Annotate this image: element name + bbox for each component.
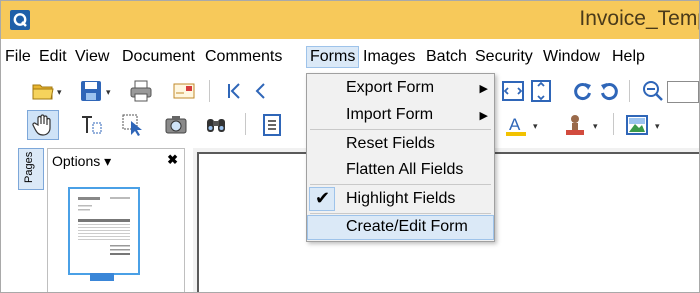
menu-forms[interactable]: Forms <box>306 46 360 68</box>
open-folder-icon[interactable] <box>31 79 55 103</box>
menu-separator <box>310 184 491 185</box>
fit-page-icon[interactable] <box>529 79 553 103</box>
menu-edit[interactable]: Edit <box>39 48 67 66</box>
submenu-arrow-icon: ▶ <box>479 110 488 122</box>
forms-dropdown-menu: Export Form ▶ Import Form ▶ Reset Fields… <box>306 73 495 242</box>
select-arrow-icon[interactable] <box>121 113 145 137</box>
toolbar-separator <box>629 80 630 102</box>
previous-page-icon[interactable] <box>249 79 273 103</box>
open-dropdown-arrow-icon[interactable]: ▾ <box>57 87 62 98</box>
pages-panel: Options ▾ ✖ <box>47 148 185 292</box>
text-select-icon[interactable] <box>79 113 103 137</box>
pages-side-tab[interactable]: Pages <box>18 148 44 190</box>
menu-bar: File Edit View Document Comments Forms I… <box>1 43 699 73</box>
image-icon[interactable] <box>625 113 649 137</box>
window-title: Invoice_Temp <box>579 7 700 30</box>
menu-item-label: Import Form <box>346 106 434 123</box>
menu-separator <box>310 213 491 214</box>
thumbnail-content-icon <box>78 197 130 255</box>
stamp-icon[interactable] <box>563 113 587 137</box>
menu-item-flatten-all-fields[interactable]: Flatten All Fields <box>307 158 494 183</box>
menu-item-label: Reset Fields <box>346 135 435 152</box>
first-page-icon[interactable] <box>223 79 247 103</box>
svg-text:A: A <box>509 115 521 134</box>
page-thumbnail[interactable] <box>68 187 140 275</box>
text-highlight-icon[interactable]: A <box>504 113 528 137</box>
submenu-arrow-icon: ▶ <box>479 83 488 95</box>
menu-comments[interactable]: Comments <box>205 48 282 66</box>
save-dropdown-arrow-icon[interactable]: ▾ <box>106 87 111 98</box>
menu-images[interactable]: Images <box>363 48 415 66</box>
email-icon[interactable] <box>172 79 196 103</box>
app-logo-icon[interactable] <box>10 10 30 30</box>
page-number-badge <box>90 273 114 281</box>
toolbar-separator <box>245 113 246 135</box>
menu-security[interactable]: Security <box>475 48 533 66</box>
menu-item-export-form[interactable]: Export Form ▶ <box>307 76 494 101</box>
menu-item-label: Highlight Fields <box>346 190 456 207</box>
zoom-level-field[interactable] <box>667 81 699 103</box>
search-binoculars-icon[interactable] <box>204 113 228 137</box>
rotate-clockwise-icon[interactable] <box>571 79 595 103</box>
menu-item-create-edit-form[interactable]: Create/Edit Form <box>307 215 494 240</box>
menu-item-highlight-fields[interactable]: ✔ Highlight Fields <box>307 187 494 212</box>
zoom-out-icon[interactable] <box>641 79 665 103</box>
menu-item-import-form[interactable]: Import Form ▶ <box>307 103 494 128</box>
menu-file[interactable]: File <box>5 48 31 66</box>
save-icon[interactable] <box>79 79 103 103</box>
rotate-counterclockwise-icon[interactable] <box>597 79 621 103</box>
menu-batch[interactable]: Batch <box>426 48 467 66</box>
menu-view[interactable]: View <box>75 48 109 66</box>
close-icon[interactable]: ✖ <box>167 152 178 168</box>
menu-help[interactable]: Help <box>612 48 645 66</box>
pages-tab-label: Pages <box>23 151 35 183</box>
app-window: Invoice_Temp File Edit View Document Com… <box>0 0 700 293</box>
title-bar: Invoice_Temp <box>1 1 699 39</box>
menu-item-reset-fields[interactable]: Reset Fields <box>307 132 494 157</box>
hand-tool-button[interactable] <box>27 110 59 140</box>
menu-document[interactable]: Document <box>122 48 195 66</box>
toolbar-separator <box>613 113 614 135</box>
menu-item-label: Create/Edit Form <box>346 218 468 235</box>
snapshot-camera-icon[interactable] <box>164 113 188 137</box>
hand-icon <box>32 114 51 136</box>
checkmark-icon: ✔ <box>315 188 331 208</box>
menu-separator <box>310 129 491 130</box>
print-icon[interactable] <box>129 79 153 103</box>
menu-item-label: Export Form <box>346 79 435 96</box>
image-dropdown-arrow-icon[interactable]: ▾ <box>655 121 660 132</box>
fit-width-icon[interactable] <box>501 79 525 103</box>
menu-item-label: Flatten All Fields <box>346 161 464 178</box>
toolbar-separator <box>209 80 210 102</box>
options-dropdown[interactable]: Options ▾ <box>52 153 111 170</box>
highlight-dropdown-arrow-icon[interactable]: ▾ <box>533 121 538 132</box>
menu-window[interactable]: Window <box>543 48 600 66</box>
stamp-dropdown-arrow-icon[interactable]: ▾ <box>593 121 598 132</box>
document-properties-icon[interactable] <box>260 113 284 137</box>
